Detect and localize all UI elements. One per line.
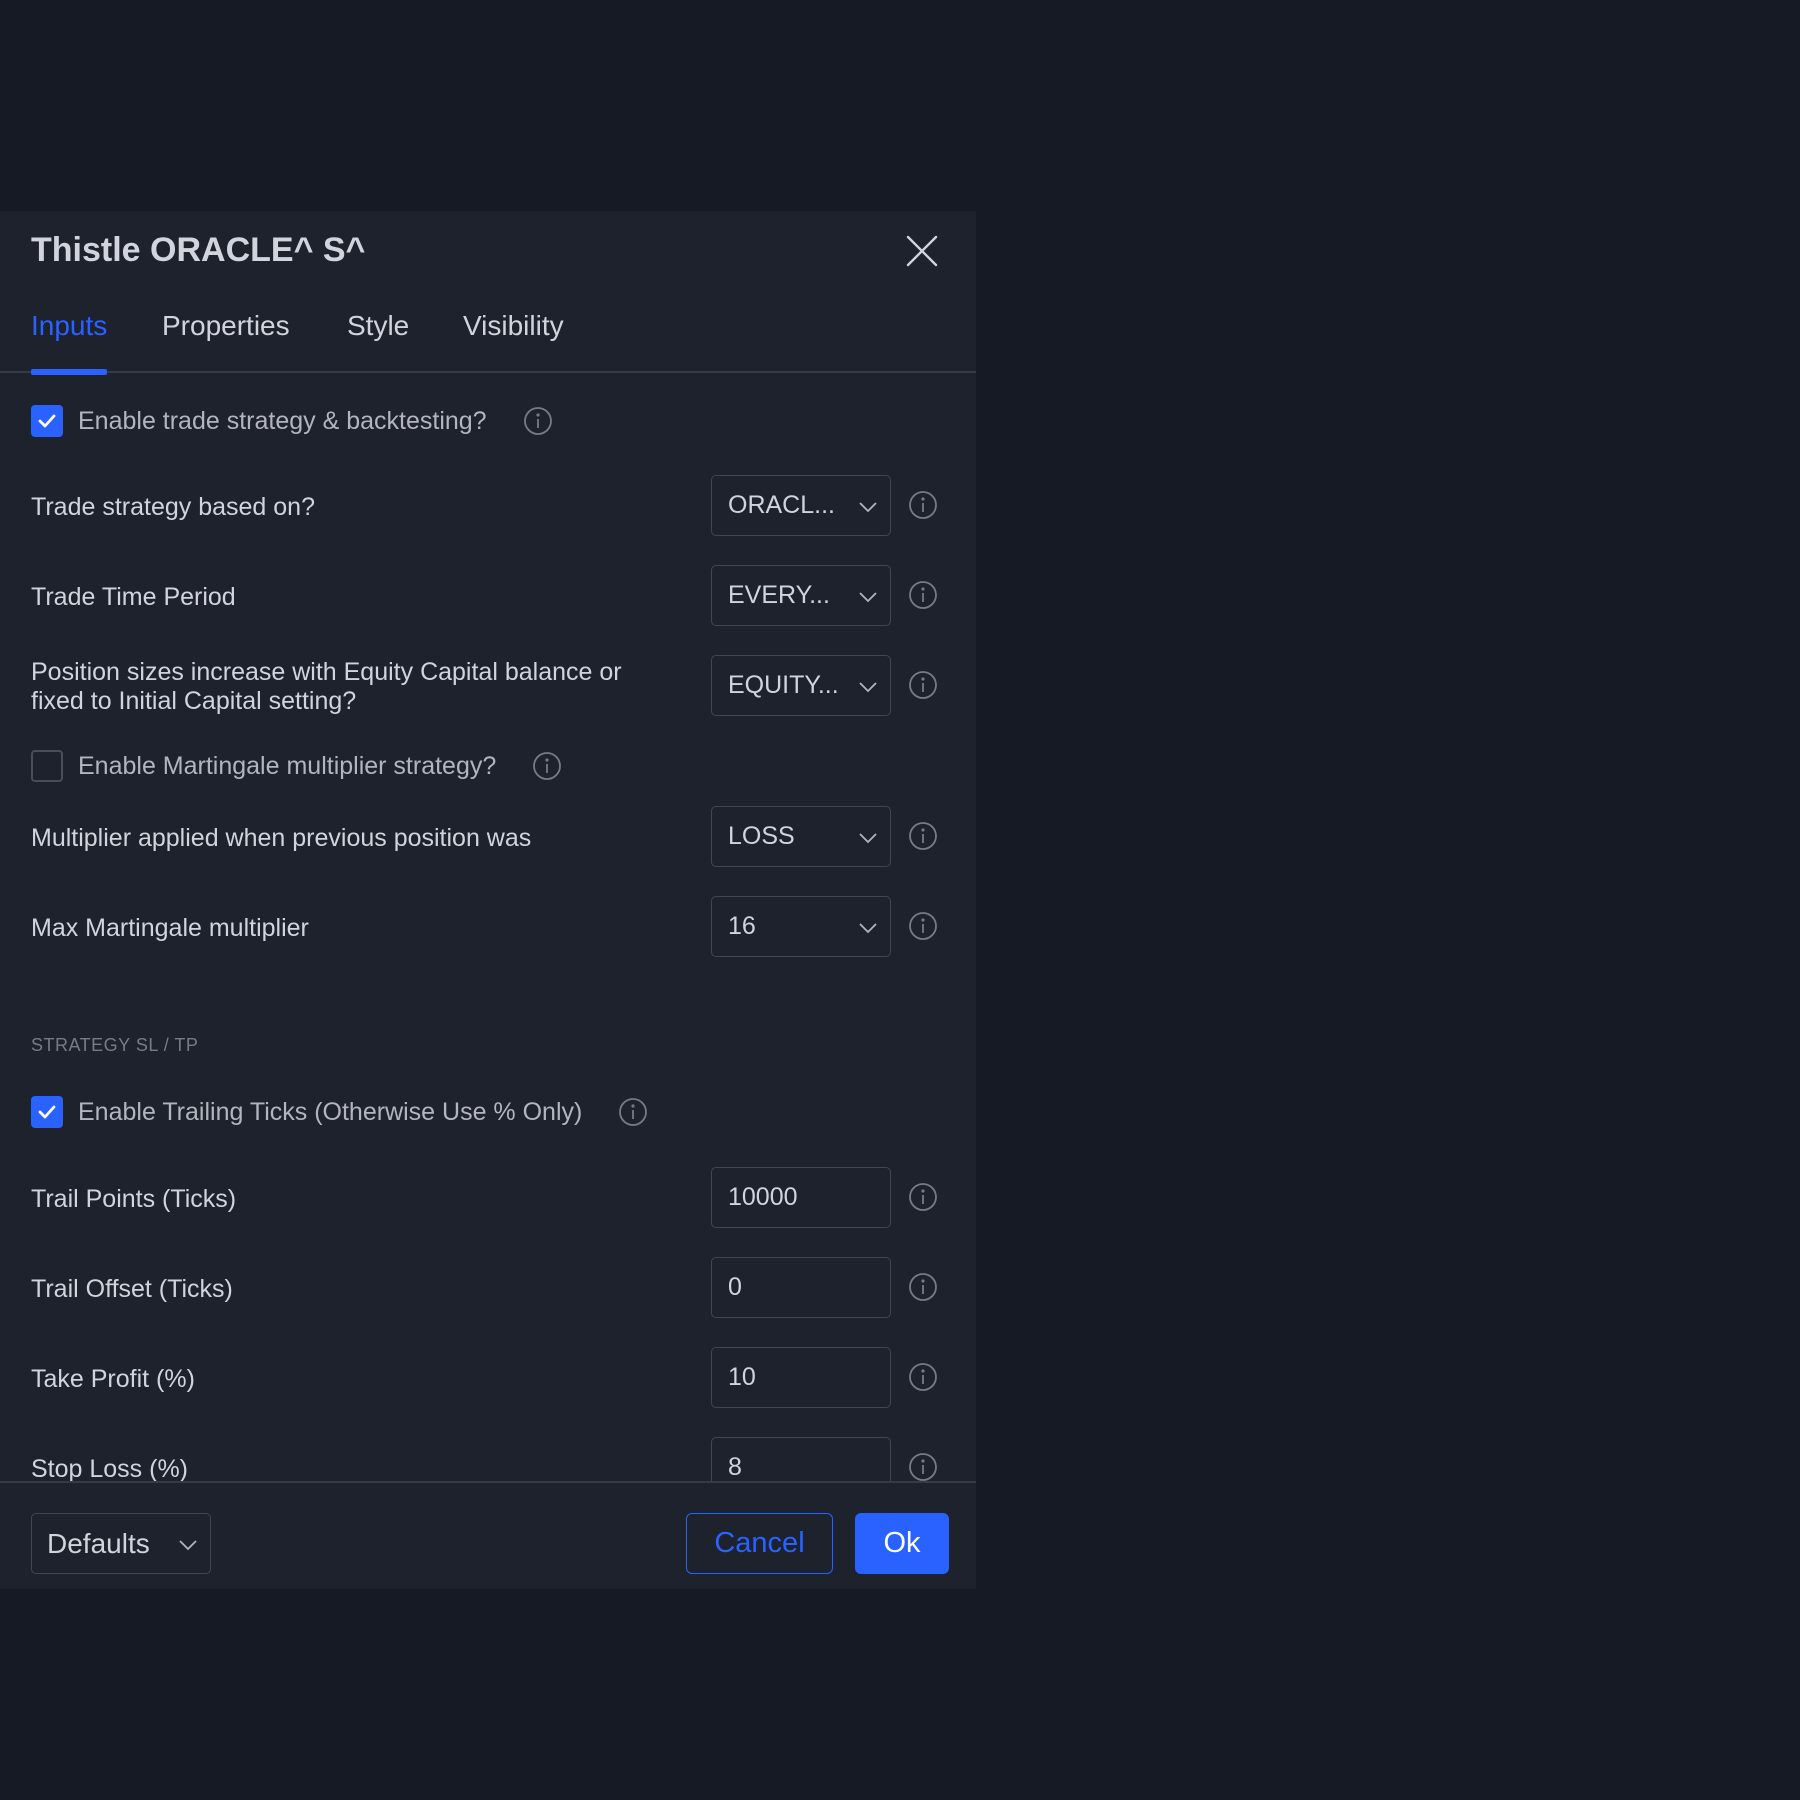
info-icon[interactable] — [908, 1452, 938, 1481]
stop-loss-label: Stop Loss (%) — [31, 1455, 189, 1481]
chevron-down-icon — [179, 1540, 197, 1551]
chevron-down-icon — [859, 592, 877, 603]
trail-points-label: Trail Points (Ticks) — [31, 1185, 237, 1213]
info-icon[interactable] — [908, 1272, 938, 1302]
chevron-down-icon — [859, 682, 877, 693]
info-icon[interactable] — [908, 911, 938, 941]
take-profit-input[interactable]: 10 — [711, 1347, 891, 1408]
strategy-based-on-value: ORACL... — [728, 491, 835, 519]
position-sizes-label-line2: fixed to Initial Capital setting? — [31, 687, 357, 715]
stop-loss-input[interactable]: 8 — [711, 1437, 891, 1481]
enable-trailing-label: Enable Trailing Ticks (Otherwise Use % O… — [78, 1098, 583, 1126]
enable-trailing-checkbox[interactable] — [31, 1096, 63, 1128]
trail-offset-input[interactable]: 0 — [711, 1257, 891, 1318]
checkmark-icon — [38, 1105, 56, 1119]
ok-button[interactable]: Ok — [855, 1513, 949, 1574]
info-icon[interactable] — [532, 751, 562, 781]
enable-strategy-checkbox[interactable] — [31, 405, 63, 437]
info-icon[interactable] — [908, 821, 938, 851]
close-button[interactable] — [904, 233, 940, 269]
position-sizes-label-line1: Position sizes increase with Equity Capi… — [31, 658, 622, 686]
trail-offset-label: Trail Offset (Ticks) — [31, 1275, 233, 1303]
enable-martingale-checkbox[interactable] — [31, 750, 63, 782]
info-icon[interactable] — [908, 670, 938, 700]
strategy-based-on-label: Trade strategy based on? — [31, 493, 315, 521]
defaults-label: Defaults — [47, 1528, 150, 1559]
close-icon — [906, 235, 938, 267]
checkmark-icon — [38, 414, 56, 428]
info-icon[interactable] — [908, 1182, 938, 1212]
dialog-footer: Defaults Cancel Ok — [0, 1481, 976, 1589]
position-sizes-value: EQUITY... — [728, 671, 839, 699]
chevron-down-icon — [859, 833, 877, 844]
chevron-down-icon — [859, 923, 877, 934]
info-icon[interactable] — [618, 1097, 648, 1127]
defaults-dropdown[interactable]: Defaults — [31, 1513, 211, 1574]
trail-points-input[interactable]: 10000 — [711, 1167, 891, 1228]
info-icon[interactable] — [908, 1362, 938, 1392]
strategy-based-on-select[interactable]: ORACL... — [711, 475, 891, 536]
enable-martingale-label: Enable Martingale multiplier strategy? — [78, 752, 497, 780]
position-sizes-label: Position sizes increase with Equity Capi… — [31, 658, 622, 716]
enable-strategy-label: Enable trade strategy & backtesting? — [78, 407, 487, 435]
tab-properties[interactable]: Properties — [162, 301, 290, 373]
info-icon[interactable] — [908, 580, 938, 610]
chevron-down-icon — [859, 502, 877, 513]
tab-visibility[interactable]: Visibility — [463, 301, 564, 373]
info-icon[interactable] — [908, 490, 938, 520]
max-martingale-value: 16 — [728, 912, 756, 940]
take-profit-label: Take Profit (%) — [31, 1365, 195, 1393]
section-title-sl-tp: STRATEGY SL / TP — [31, 1035, 199, 1055]
trade-time-period-label: Trade Time Period — [31, 583, 236, 611]
multiplier-applied-label: Multiplier applied when previous positio… — [31, 824, 532, 852]
trade-time-period-select[interactable]: EVERY... — [711, 565, 891, 626]
tab-bar: Inputs Properties Style Visibility — [0, 301, 976, 375]
inputs-panel: Enable trade strategy & backtesting? Tra… — [0, 375, 976, 1481]
info-icon[interactable] — [523, 406, 553, 436]
trade-time-period-value: EVERY... — [728, 581, 830, 609]
max-martingale-label: Max Martingale multiplier — [31, 914, 309, 942]
indicator-settings-dialog: Thistle ORACLE^ S^ Inputs Properties Sty… — [0, 211, 976, 1589]
cancel-button[interactable]: Cancel — [686, 1513, 833, 1574]
tab-inputs[interactable]: Inputs — [31, 301, 108, 375]
position-sizes-select[interactable]: EQUITY... — [711, 655, 891, 716]
multiplier-applied-select[interactable]: LOSS — [711, 806, 891, 867]
dialog-title: Thistle ORACLE^ S^ — [31, 231, 366, 269]
max-martingale-select[interactable]: 16 — [711, 896, 891, 957]
multiplier-applied-value: LOSS — [728, 822, 795, 850]
dialog-header: Thistle ORACLE^ S^ — [0, 211, 976, 291]
tab-style[interactable]: Style — [347, 301, 409, 373]
